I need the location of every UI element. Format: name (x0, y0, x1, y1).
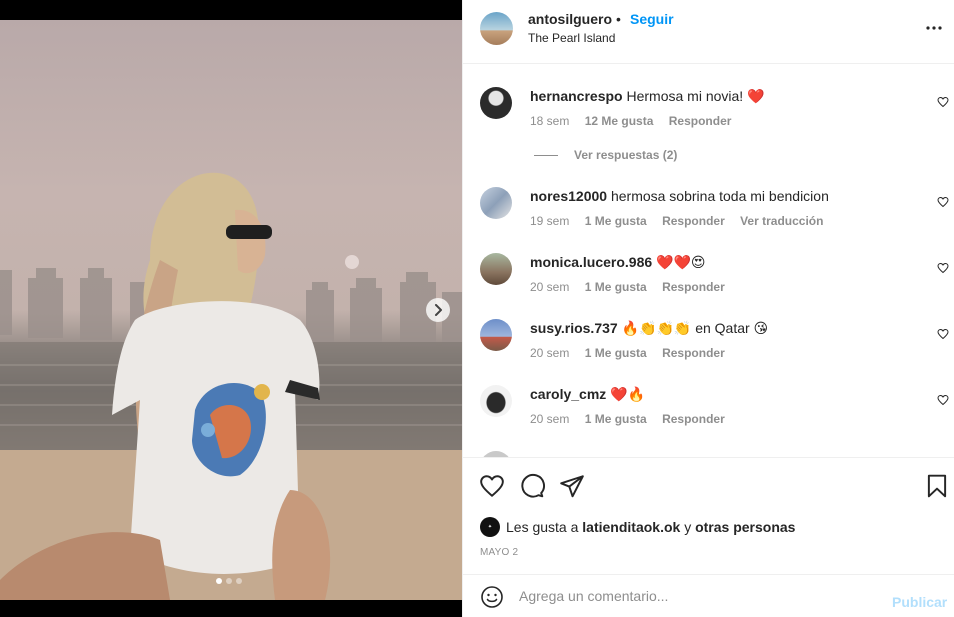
comment-username[interactable]: caroly_cmz (530, 386, 606, 402)
header-separator: • (616, 11, 621, 27)
comment-time[interactable]: 19 sem (530, 214, 569, 228)
comment-reply-button[interactable]: Responder (669, 114, 732, 128)
comment-meta: 19 sem 1 Me gusta Responder Ver traducci… (530, 214, 835, 228)
comment-body: hermosa sobrina toda mi bendicion (610, 188, 829, 204)
comment-avatar[interactable] (480, 87, 512, 119)
photo-scene (0, 172, 462, 600)
follow-button[interactable]: Seguir (630, 11, 674, 27)
translate-button[interactable]: Ver traducción (740, 214, 823, 228)
comment-likes[interactable]: 1 Me gusta (585, 214, 647, 228)
like-heart-icon[interactable] (479, 473, 505, 499)
comment-bubble-icon[interactable] (519, 473, 545, 499)
comment-text: caroly_cmz ❤️🔥 (530, 386, 645, 403)
comment-username[interactable]: susy.rios.737 (530, 320, 618, 336)
comment-meta: 20 sem 1 Me gusta Responder (530, 346, 737, 360)
post-photo (0, 20, 462, 600)
comment-text: nores12000 hermosa sobrina toda mi bendi… (530, 188, 829, 204)
author-username[interactable]: antosilguero (528, 11, 612, 27)
post-location[interactable]: The Pearl Island (528, 31, 615, 45)
comment-username[interactable]: monica.lucero.986 (530, 254, 652, 270)
add-comment-bar: Publicar (463, 576, 954, 617)
comment-body: 🔥👏👏👏 en Qatar 😘 (621, 320, 769, 336)
likes-prefix: Les gusta a (506, 519, 579, 535)
liker-username[interactable]: latienditaok.ok (582, 519, 680, 535)
emoji-icon[interactable] (480, 585, 504, 609)
save-bookmark-icon[interactable] (924, 473, 950, 499)
post-actions: ✦ Les gusta a latienditaok.ok y otras pe… (463, 457, 954, 575)
comment-meta: 20 sem 1 Me gusta Responder (530, 412, 737, 426)
comment-text: susy.rios.737 🔥👏👏👏 en Qatar 😘 (530, 320, 768, 337)
comment-username[interactable]: hernancrespo (530, 88, 623, 104)
comment-reply-button[interactable]: Responder (662, 346, 725, 360)
share-paper-plane-icon[interactable] (559, 473, 585, 499)
comment-likes[interactable]: 1 Me gusta (585, 346, 647, 360)
comment-text: monica.lucero.986 ❤️❤️😍 (530, 254, 706, 271)
view-replies-label: Ver respuestas (2) (574, 148, 678, 162)
comment-body: ❤️🔥 (610, 386, 646, 402)
more-options-icon[interactable] (924, 18, 944, 38)
carousel-dot (216, 578, 222, 584)
like-comment-heart-icon[interactable] (937, 196, 949, 208)
comment-text: hernancrespo Hermosa mi novia! ❤️ (530, 88, 765, 105)
comment-likes[interactable]: 12 Me gusta (585, 114, 654, 128)
comments-list: hernancrespo Hermosa mi novia! ❤️ 18 sem… (463, 65, 954, 457)
like-comment-heart-icon[interactable] (937, 96, 949, 108)
likes-middle: y (684, 519, 692, 535)
likes-others-link[interactable]: otras personas (695, 519, 795, 535)
comment-reply-button[interactable]: Responder (662, 280, 725, 294)
like-comment-heart-icon[interactable] (937, 262, 949, 274)
carousel-next-button[interactable] (426, 298, 450, 322)
comment-time[interactable]: 18 sem (530, 114, 569, 128)
comment-time[interactable]: 20 sem (530, 280, 569, 294)
comment-body: ❤️❤️😍 (656, 254, 706, 270)
comment-likes[interactable]: 1 Me gusta (585, 412, 647, 426)
author-avatar[interactable] (480, 12, 513, 45)
comment-meta: 18 sem 12 Me gusta Responder (530, 114, 743, 128)
post-sidebar: antosilguero • Seguir The Pearl Island h… (462, 0, 954, 617)
post-media (0, 0, 462, 617)
carousel-dot (236, 578, 242, 584)
comment-body: Hermosa mi novia! ❤️ (626, 88, 765, 104)
chevron-right-icon (435, 304, 442, 316)
comment-meta: 20 sem 1 Me gusta Responder (530, 280, 737, 294)
carousel-indicator (216, 578, 242, 584)
comment-likes[interactable]: 1 Me gusta (585, 280, 647, 294)
comment-input[interactable] (519, 586, 879, 606)
comment-avatar[interactable] (480, 187, 512, 219)
comment-time[interactable]: 20 sem (530, 346, 569, 360)
like-comment-heart-icon[interactable] (937, 328, 949, 340)
comment-reply-button[interactable]: Responder (662, 214, 725, 228)
post-header: antosilguero • Seguir The Pearl Island (463, 0, 954, 64)
post-date[interactable]: MAYO 2 (480, 547, 518, 558)
comment-avatar[interactable] (480, 319, 512, 351)
comment-username[interactable]: nores12000 (530, 188, 607, 204)
replies-divider (534, 154, 558, 156)
comment-avatar[interactable] (480, 253, 512, 285)
comment-time[interactable]: 20 sem (530, 412, 569, 426)
view-replies-button[interactable]: Ver respuestas (2) (534, 148, 677, 162)
publish-button[interactable]: Publicar (892, 594, 947, 610)
comment-reply-button[interactable]: Responder (662, 412, 725, 426)
comment-avatar[interactable] (480, 385, 512, 417)
carousel-dot (226, 578, 232, 584)
like-comment-heart-icon[interactable] (937, 394, 949, 406)
likes-summary: ✦ Les gusta a latienditaok.ok y otras pe… (480, 517, 795, 537)
liker-avatar[interactable]: ✦ (480, 517, 500, 537)
